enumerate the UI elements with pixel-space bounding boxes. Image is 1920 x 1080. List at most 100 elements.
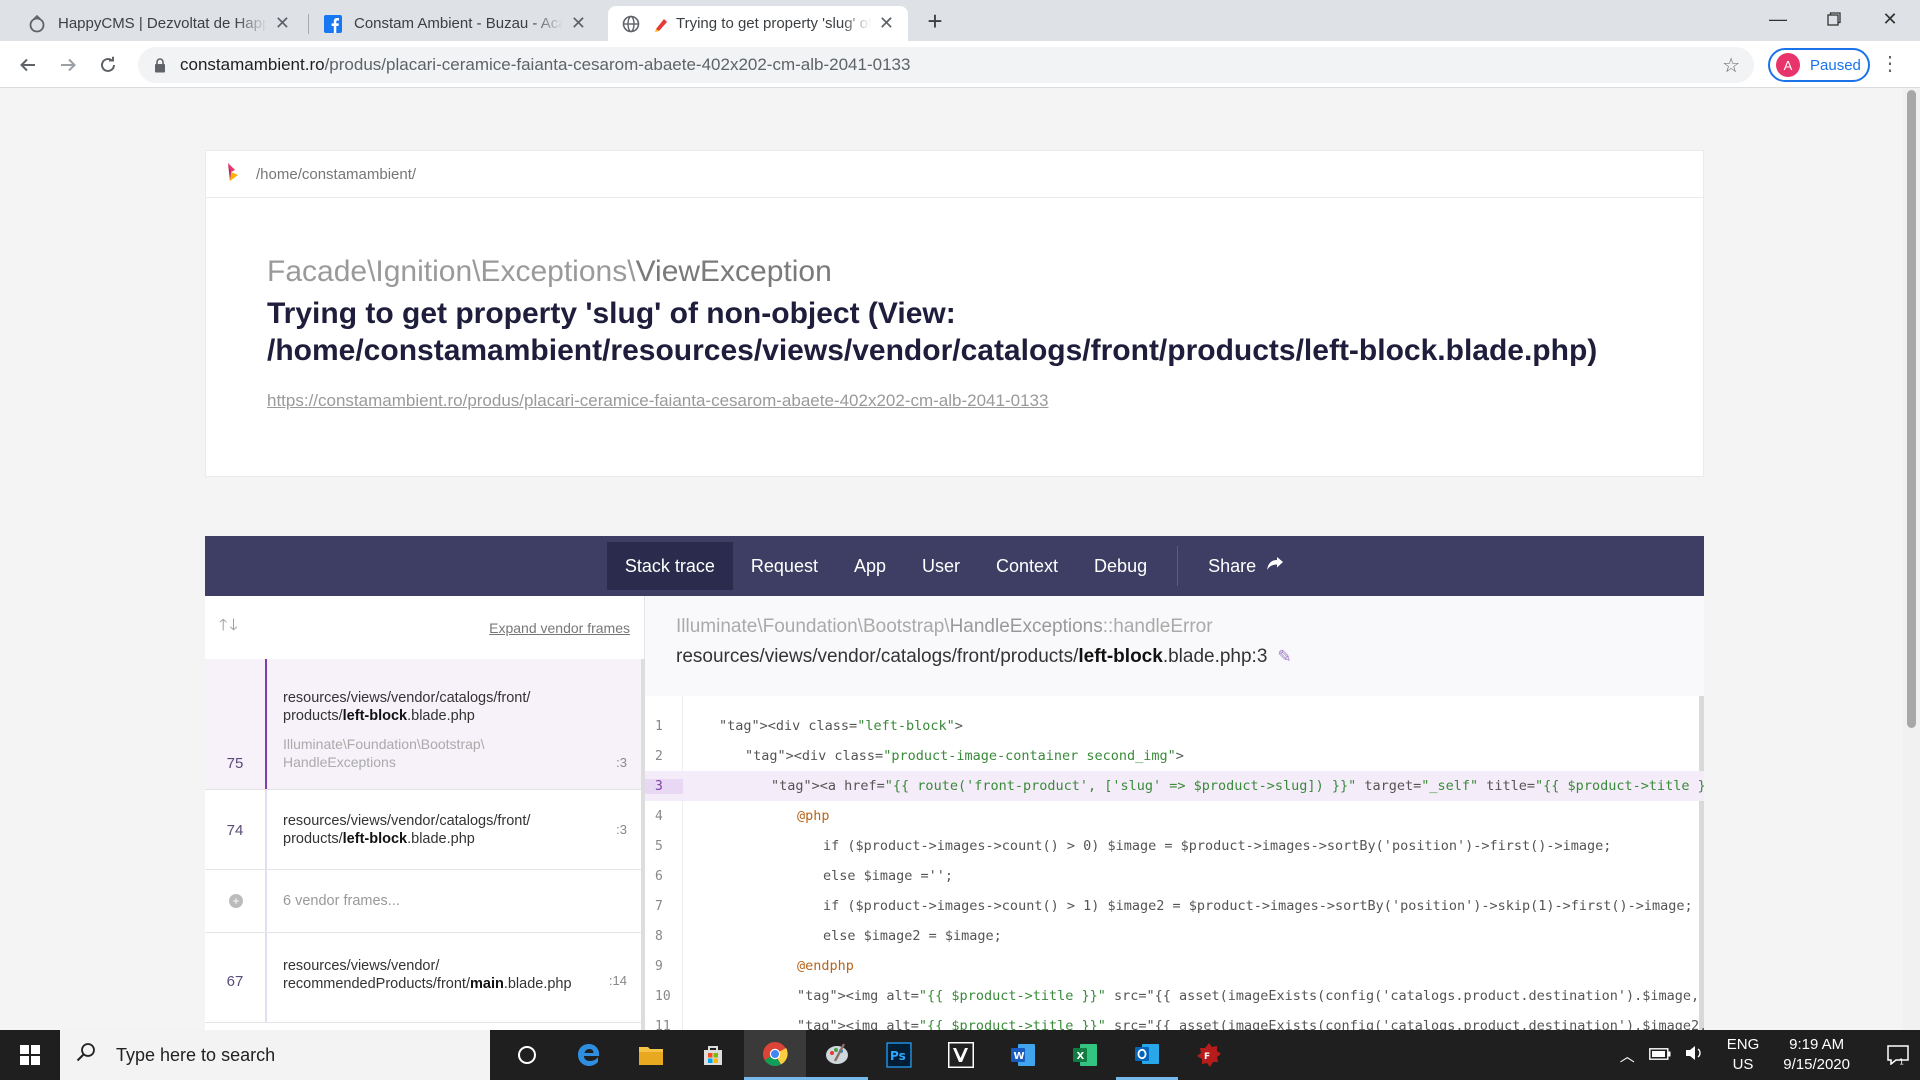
lock-icon[interactable]	[150, 57, 170, 73]
search-placeholder: Type here to search	[116, 1044, 276, 1065]
code-line: 2 "tag"><div class="product-image-contain…	[645, 741, 1704, 771]
stack-frame[interactable]: resources/views/vendor/catalogs/front/ p…	[205, 659, 641, 790]
excel-icon[interactable]: X	[1054, 1030, 1116, 1080]
tab-stack-trace[interactable]: Stack trace	[606, 542, 733, 590]
notification-icon: 1	[1887, 1045, 1909, 1065]
frame-number: 75	[226, 755, 244, 772]
code-line-text: "tag"><img alt="{{ $product->title }}" s…	[797, 1018, 1704, 1030]
header-path: /home/constamambient/	[256, 165, 417, 183]
url-host: constamambient.ro	[180, 55, 325, 74]
tab-user[interactable]: User	[904, 542, 978, 590]
new-tab-button[interactable]: +	[920, 6, 950, 36]
close-tab-icon[interactable]: ✕	[879, 13, 894, 34]
frame-number: 67	[226, 973, 244, 990]
vendor-frames-label: 6 vendor frames...	[283, 893, 400, 909]
show-hidden-icons-icon[interactable]: ︿	[1620, 1045, 1635, 1066]
photoshop-icon[interactable]: Ps	[868, 1030, 930, 1080]
page-scrollbar[interactable]	[1903, 88, 1920, 1030]
profile-button[interactable]: A Paused	[1768, 48, 1870, 82]
taskbar-clock[interactable]: 9:19 AM 9/15/2020	[1783, 1035, 1850, 1075]
address-bar[interactable]: constamambient.ro/produs/placari-ceramic…	[138, 47, 1754, 83]
browser-tab-facebook[interactable]: Constam Ambient - Buzau - Acasa ✕	[310, 6, 600, 41]
restore-icon	[1827, 12, 1841, 26]
page-scrollbar-thumb[interactable]	[1907, 90, 1916, 728]
file-explorer-icon[interactable]	[620, 1030, 682, 1080]
tab-request[interactable]: Request	[733, 542, 836, 590]
minimize-button[interactable]: —	[1750, 0, 1806, 38]
ignition-logo-icon	[226, 161, 240, 188]
code-line-number: 7	[655, 898, 663, 914]
browser-menu-icon[interactable]: ⋮	[1880, 51, 1900, 76]
paint-icon[interactable]	[806, 1030, 868, 1080]
tab-divider	[308, 14, 309, 34]
filezilla-icon[interactable]: F	[1178, 1030, 1240, 1080]
notification-center-button[interactable]: 1	[1876, 1045, 1920, 1065]
word-icon[interactable]: W	[992, 1030, 1054, 1080]
close-window-button[interactable]: ✕	[1862, 0, 1918, 38]
code-line-text: "tag"><a href="{{ route('front-product',…	[771, 778, 1704, 794]
close-tab-icon[interactable]: ✕	[571, 13, 586, 34]
volume-icon[interactable]	[1685, 1045, 1705, 1065]
frame-detail-class: Illuminate\Foundation\Bootstrap\HandleEx…	[676, 616, 1213, 637]
code-line-number: 9	[655, 958, 663, 974]
tab-context[interactable]: Context	[978, 542, 1076, 590]
taskbar-search-box[interactable]: Type here to search	[60, 1030, 490, 1080]
code-line-number: 5	[655, 838, 663, 854]
code-line: 5 if ($product->images->count() > 0) $ima…	[645, 831, 1704, 861]
code-line: 4 @php	[645, 801, 1704, 831]
vendor-frames-group[interactable]: + 6 vendor frames...	[205, 870, 641, 933]
svg-text:X: X	[1077, 1051, 1085, 1062]
frame-rail	[265, 790, 267, 869]
exception-message: Trying to get property 'slug' of non-obj…	[267, 297, 1598, 367]
request-url-link[interactable]: https://constamambient.ro/produs/placari…	[267, 391, 1048, 411]
code-line: 7 if ($product->images->count() > 1) $ima…	[645, 891, 1704, 921]
facebook-icon	[324, 14, 342, 33]
stack-frame[interactable]: resources/views/vendor/catalogs/front/ p…	[205, 790, 641, 870]
store-icon[interactable]	[682, 1030, 744, 1080]
svg-text:F: F	[1204, 1052, 1210, 1062]
code-line-number: 1	[655, 718, 663, 734]
back-button[interactable]	[12, 49, 44, 81]
share-button[interactable]: Share	[1190, 542, 1302, 590]
restore-button[interactable]	[1806, 0, 1862, 38]
bookmark-star-icon[interactable]: ☆	[1722, 53, 1740, 78]
outlook-icon[interactable]	[1116, 1030, 1178, 1080]
start-button[interactable]	[0, 1030, 60, 1080]
code-line-text: else $image ='';	[823, 868, 954, 884]
browser-tab-error-page[interactable]: Trying to get property 'slug' of non-obj…	[608, 6, 908, 41]
frame-number: 74	[226, 822, 244, 839]
code-line: 10 "tag"><img alt="{{ $product->title }}"…	[645, 981, 1704, 1011]
browser-tab-title: HappyCMS | Dezvoltat de HappyCMS	[58, 15, 267, 32]
code-line-text: if ($product->images->count() > 0) $imag…	[823, 838, 1612, 854]
code-line: 11 "tag"><img alt="{{ $product->title }}"…	[645, 1011, 1704, 1030]
plus-circle-icon: +	[229, 894, 243, 908]
close-tab-icon[interactable]: ✕	[275, 13, 290, 34]
language-indicator[interactable]: ENG US	[1727, 1035, 1760, 1075]
url-text[interactable]: constamambient.ro/produs/placari-ceramic…	[180, 55, 910, 75]
frame-detail: Illuminate\Foundation\Bootstrap\HandleEx…	[645, 596, 1704, 1030]
vegas-icon[interactable]	[930, 1030, 992, 1080]
edge-icon[interactable]	[558, 1030, 620, 1080]
chrome-icon[interactable]	[744, 1030, 806, 1080]
exception-class: Facade\Ignition\Exceptions\ViewException	[267, 255, 832, 289]
forward-button[interactable]	[52, 49, 84, 81]
clock-time: 9:19 AM	[1789, 1036, 1845, 1053]
frame-file: resources/views/vendor/ recommendedProdu…	[283, 958, 572, 992]
windows-logo-icon	[20, 1045, 40, 1065]
tab-debug[interactable]: Debug	[1076, 542, 1165, 590]
frame-navigation-arrows-icon[interactable]: 🡑🡓	[219, 614, 240, 641]
frames-header: 🡑🡓 Expand vendor frames	[205, 596, 644, 659]
reload-button[interactable]	[92, 49, 124, 81]
code-snippet: 1 "tag"><div class="left-block"> 2 "tag"><d…	[645, 696, 1704, 1030]
browser-tab-happycms[interactable]: HappyCMS | Dezvoltat de HappyCMS ✕	[14, 6, 304, 41]
cortana-icon[interactable]	[496, 1030, 558, 1080]
expand-vendor-frames-link[interactable]: Expand vendor frames	[489, 620, 630, 636]
stack-frame[interactable]: resources/views/vendor/ recommendedProdu…	[205, 933, 641, 1023]
frame-detail-file: resources/views/vendor/catalogs/front/pr…	[676, 646, 1292, 667]
edit-pencil-icon[interactable]: ✎	[1277, 647, 1291, 667]
tab-app[interactable]: App	[836, 542, 904, 590]
code-line: 1 "tag"><div class="left-block">	[645, 711, 1704, 741]
code-line: 8 else $image2 = $image;	[645, 921, 1704, 951]
stack-trace-panel: Stack trace Request App User Context Deb…	[205, 536, 1704, 1030]
battery-icon[interactable]	[1648, 1047, 1671, 1064]
